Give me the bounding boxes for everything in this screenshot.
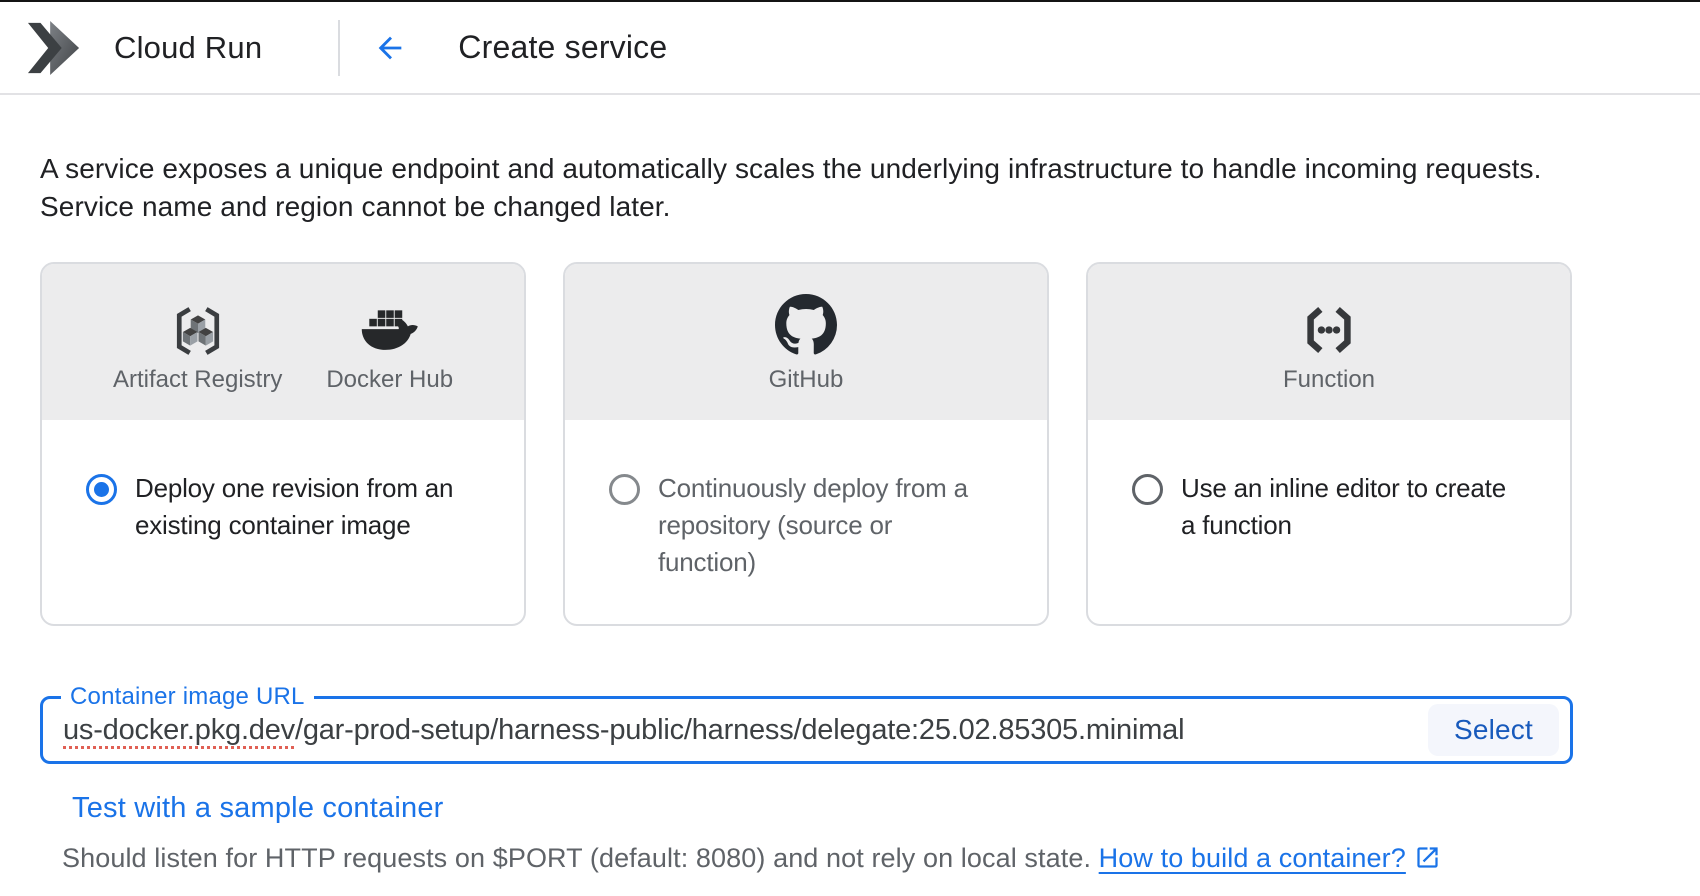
source-artifact-registry: Artifact Registry <box>113 290 282 394</box>
back-button[interactable] <box>372 30 408 66</box>
card-function-header: Function <box>1088 264 1570 420</box>
source-label: Function <box>1283 366 1375 394</box>
option-label: Continuously deploy from a repository (s… <box>658 470 968 581</box>
select-button[interactable]: Select <box>1428 704 1559 756</box>
cloud-run-create-service-page: Cloud Run Create service A service expos… <box>0 0 1700 896</box>
source-docker-hub: Docker Hub <box>326 290 453 394</box>
radio-continuous-deploy[interactable] <box>609 474 640 505</box>
app-header: Cloud Run Create service <box>0 2 1700 95</box>
option-label: Deploy one revision from an existing con… <box>135 470 453 544</box>
page-title: Create service <box>458 29 667 66</box>
card-function-option: Use an inline editor to create a functio… <box>1088 420 1570 544</box>
intro-text: A service exposes a unique endpoint and … <box>40 150 1660 226</box>
header-divider <box>338 20 340 76</box>
container-image-url-value[interactable]: us-docker.pkg.dev/gar-prod-setup/harness… <box>63 714 1184 747</box>
card-container-image[interactable]: Artifact Registry Docker Hub <box>40 262 526 626</box>
function-icon <box>1301 290 1357 356</box>
source-github: GitHub <box>769 290 844 394</box>
url-rest-segment: /gar-prod-setup/harness-public/harness/d… <box>295 714 1184 746</box>
card-function[interactable]: Function Use an inline editor to create … <box>1086 262 1572 626</box>
docker-hub-icon <box>358 290 422 356</box>
field-label: Container image URL <box>61 683 314 711</box>
card-container-image-option: Deploy one revision from an existing con… <box>42 420 524 544</box>
artifact-registry-icon <box>173 290 223 356</box>
source-label: Docker Hub <box>326 366 453 394</box>
helper-text: Should listen for HTTP requests on $PORT… <box>62 843 1660 878</box>
option-label: Use an inline editor to create a functio… <box>1181 470 1506 544</box>
github-icon <box>775 290 837 356</box>
external-link-icon[interactable] <box>1414 844 1441 878</box>
source-label: GitHub <box>769 366 844 394</box>
back-arrow-icon <box>373 31 407 65</box>
test-sample-container-link[interactable]: Test with a sample container <box>72 792 444 825</box>
url-spellchecked-segment: us-docker.pkg.dev <box>63 714 295 746</box>
main-content: A service exposes a unique endpoint and … <box>0 150 1700 878</box>
card-repository[interactable]: GitHub Continuously deploy from a reposi… <box>563 262 1049 626</box>
card-repository-header: GitHub <box>565 264 1047 420</box>
card-repository-option: Continuously deploy from a repository (s… <box>565 420 1047 581</box>
radio-deploy-existing-image[interactable] <box>86 474 117 505</box>
card-container-image-header: Artifact Registry Docker Hub <box>42 264 524 420</box>
container-image-url-field[interactable]: Container image URL us-docker.pkg.dev/ga… <box>40 696 1573 764</box>
product-name: Cloud Run <box>114 30 262 66</box>
helper-text-body: Should listen for HTTP requests on $PORT… <box>62 843 1099 873</box>
deployment-source-cards: Artifact Registry Docker Hub <box>40 262 1660 626</box>
source-label: Artifact Registry <box>113 366 282 394</box>
how-to-build-container-link[interactable]: How to build a container? <box>1099 843 1406 873</box>
radio-inline-editor[interactable] <box>1132 474 1163 505</box>
source-function: Function <box>1283 290 1375 394</box>
cloud-run-logo-icon <box>27 19 81 77</box>
